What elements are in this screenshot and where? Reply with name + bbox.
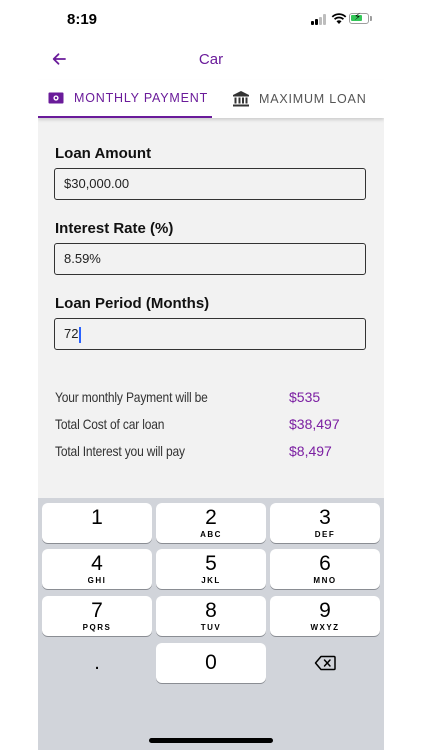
tab-bar: MONTHLY PAYMENT MAXIMUM LOAN [38,80,384,118]
interest-rate-label: Interest Rate (%) [55,220,174,237]
signal-icon [311,14,327,25]
key-3[interactable]: 3 DEF [270,503,380,543]
key-2[interactable]: 2 ABC [156,503,266,543]
loan-period-label: Loan Period (Months) [55,295,210,312]
monthly-payment-label: Your monthly Payment will be [55,389,208,405]
numeric-keyboard: 1 2 ABC 3 DEF 4 GHI 5 JKL 6 MNO 7 PQRS 8 TUV 9W… [38,498,384,750]
tab-monthly-payment-label: MONTHLY PAYMENT [74,91,209,105]
key-7[interactable]: 7 PQRS [42,596,152,636]
interest-rate-input[interactable]: 8.59% [54,243,366,275]
cash-icon [48,92,64,104]
key-5[interactable]: 5 JKL [156,549,266,589]
battery-icon: ⚡ [349,12,369,24]
battery-cap [370,16,372,21]
backspace-icon [314,655,336,671]
bank-icon [233,91,249,107]
status-time: 8:19 [67,11,98,28]
loan-period-value: 72 [64,326,79,341]
key-1[interactable]: 1 [42,503,152,543]
loan-form: Loan Amount $30,000.00 Interest Rate (%)… [38,118,384,498]
key-8[interactable]: 8 TUV [156,596,266,636]
loan-amount-input[interactable]: $30,000.00 [54,168,366,200]
key-backspace[interactable] [270,643,380,683]
loan-period-input[interactable]: 72 [54,318,366,350]
app-bar: Car [38,42,384,78]
home-indicator [149,738,273,743]
total-cost-value: $38,497 [289,416,340,432]
loan-amount-label: Loan Amount [55,145,152,162]
key-9[interactable]: 9 WXYZ [270,596,380,636]
tab-monthly-payment[interactable]: MONTHLY PAYMENT [38,80,212,118]
wifi-icon [331,13,347,24]
key-4[interactable]: 4 GHI [42,549,152,589]
monthly-payment-value: $535 [289,389,321,405]
phone-screen: 8:19 ⚡ Car MONTHLY PAYMENT MAXIMUM LOAN … [38,0,384,750]
total-interest-label: Total Interest you will pay [55,443,185,459]
page-title: Car [198,51,224,68]
tab-maximum-loan-label: MAXIMUM LOAN [259,92,367,106]
key-decimal[interactable]: . [42,643,152,683]
key-0[interactable]: 0 [156,643,266,683]
key-6[interactable]: 6 MNO [270,549,380,589]
status-bar: 8:19 ⚡ [38,0,384,42]
total-cost-label: Total Cost of car loan [55,416,165,432]
total-interest-value: $8,497 [289,443,332,459]
text-caret [79,326,81,343]
tab-maximum-loan[interactable]: MAXIMUM LOAN [214,80,384,118]
